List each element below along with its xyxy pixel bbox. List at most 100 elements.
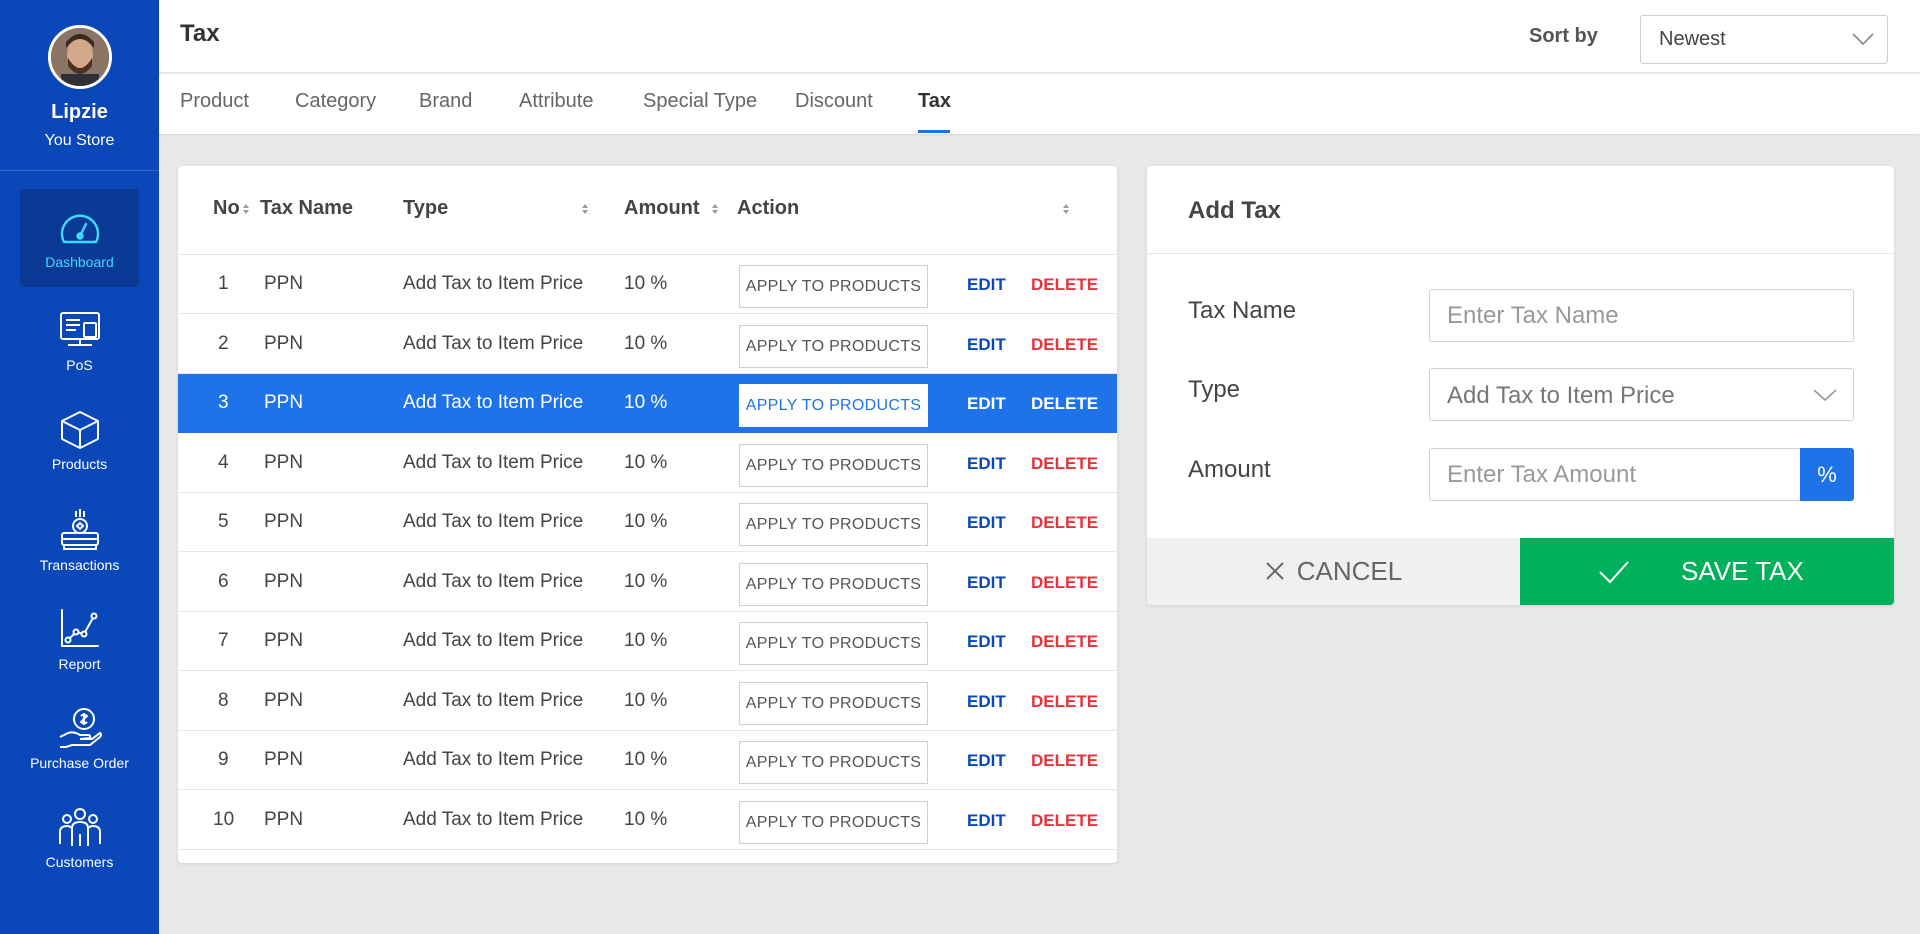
cell-type: Add Tax to Item Price xyxy=(403,273,584,294)
cell-no: 10 xyxy=(213,808,235,830)
tab-brand[interactable]: Brand xyxy=(419,90,472,113)
avatar[interactable] xyxy=(47,25,112,89)
store-profile: Lipzie You Store xyxy=(0,0,159,171)
cell-amount: 10 % xyxy=(624,332,668,354)
column-header-amount[interactable]: Amount xyxy=(624,197,700,220)
close-icon xyxy=(1266,562,1284,580)
cell-no: 3 xyxy=(218,392,229,413)
cell-amount: 10 % xyxy=(624,808,668,830)
apply-to-products-button[interactable]: APPLY TO PRODUCTS xyxy=(739,741,928,784)
sidebar-item-dashboard[interactable]: Dashboard xyxy=(20,189,139,287)
table-row[interactable]: 2 PPN Add Tax to Item Price 10 % APPLY TO PR… xyxy=(178,315,1117,374)
cell-tax-name: PPN xyxy=(264,689,304,711)
apply-to-products-button[interactable]: APPLY TO PRODUCTS xyxy=(739,384,928,427)
tab-category[interactable]: Category xyxy=(295,90,376,113)
apply-to-products-button[interactable]: APPLY TO PRODUCTS xyxy=(739,443,928,487)
delete-button[interactable]: DELETE xyxy=(1031,751,1098,771)
type-select[interactable]: Add Tax to Item Price xyxy=(1429,368,1854,421)
edit-button[interactable]: EDIT xyxy=(967,692,1006,712)
delete-button[interactable]: DELETE xyxy=(1031,692,1098,712)
cell-tax-name: PPN xyxy=(264,511,304,532)
column-header-type[interactable]: Type xyxy=(403,197,448,220)
cell-tax-name: PPN xyxy=(264,332,304,354)
table-row[interactable]: 9 PPN Add Tax to Item Price 10 % APPLY TO PR… xyxy=(178,731,1117,790)
store-name: Lipzie xyxy=(51,101,108,123)
tax-name-input[interactable] xyxy=(1429,289,1854,342)
type-label: Type xyxy=(1188,376,1241,403)
table-row[interactable]: 10 PPN Add Tax to Item Price 10 % APPLY TO P… xyxy=(178,791,1117,850)
edit-button[interactable]: EDIT xyxy=(967,335,1006,355)
sort-arrows-icon[interactable] xyxy=(711,202,719,216)
edit-button[interactable]: EDIT xyxy=(967,454,1006,474)
cancel-button[interactable]: CANCEL xyxy=(1147,538,1520,605)
apply-to-products-button[interactable]: APPLY TO PRODUCTS xyxy=(739,800,928,844)
delete-button[interactable]: DELETE xyxy=(1031,394,1098,414)
table-row[interactable]: 7 PPN Add Tax to Item Price 10 % APPLY TO PR… xyxy=(178,612,1117,671)
cell-tax-name: PPN xyxy=(264,749,304,770)
table-row[interactable]: 5 PPN Add Tax to Item Price 10 % APPLY TO PR… xyxy=(178,493,1117,552)
tab-attribute[interactable]: Attribute xyxy=(519,90,593,113)
sidebar-item-report[interactable]: Report xyxy=(20,585,139,683)
cell-no: 9 xyxy=(218,749,229,770)
sort-arrows-icon[interactable] xyxy=(1062,202,1070,216)
apply-to-products-button[interactable]: APPLY TO PRODUCTS xyxy=(739,681,928,725)
checkmark-icon xyxy=(1599,561,1629,584)
cell-no: 6 xyxy=(218,570,229,592)
apply-to-products-button[interactable]: APPLY TO PRODUCTS xyxy=(739,562,928,606)
apply-to-products-button[interactable]: APPLY TO PRODUCTS xyxy=(739,324,928,368)
sidebar-item-transactions[interactable]: Transactions xyxy=(20,486,139,584)
delete-button[interactable]: DELETE xyxy=(1031,335,1098,355)
tab-tax[interactable]: Tax xyxy=(918,90,951,113)
table-header: No Tax Name Type Amount Action xyxy=(178,166,1117,255)
apply-to-products-button[interactable]: APPLY TO PRODUCTS xyxy=(739,622,928,665)
sidebar-item-label: Customers xyxy=(45,854,114,870)
cell-type: Add Tax to Item Price xyxy=(403,630,584,651)
edit-button[interactable]: EDIT xyxy=(967,751,1006,771)
sort-dropdown[interactable]: Newest xyxy=(1640,15,1888,64)
table-row[interactable]: 4 PPN Add Tax to Item Price 10 % APPLY TO PR… xyxy=(178,434,1117,493)
cell-type: Add Tax to Item Price xyxy=(403,451,584,473)
edit-button[interactable]: EDIT xyxy=(967,632,1006,652)
sort-arrows-icon[interactable] xyxy=(581,202,589,216)
edit-button[interactable]: EDIT xyxy=(967,573,1006,593)
table-row[interactable]: 6 PPN Add Tax to Item Price 10 % APPLY TO PR… xyxy=(178,553,1117,612)
edit-button[interactable]: EDIT xyxy=(967,513,1006,533)
save-tax-button[interactable]: SAVE TAX xyxy=(1520,538,1894,605)
sidebar-item-label: PoS xyxy=(66,357,93,373)
apply-to-products-button[interactable]: APPLY TO PRODUCTS xyxy=(739,503,928,546)
delete-button[interactable]: DELETE xyxy=(1031,573,1098,593)
sort-value: Newest xyxy=(1659,28,1726,50)
delete-button[interactable]: DELETE xyxy=(1031,811,1098,831)
column-header-action: Action xyxy=(737,197,800,219)
column-header-tax-name: Tax Name xyxy=(260,197,354,219)
edit-button[interactable]: EDIT xyxy=(967,275,1006,295)
category-tabs: Product Category Brand Attribute Special… xyxy=(159,74,1920,134)
sidebar-item-purchase-order[interactable]: Purchase Order xyxy=(20,684,139,782)
delete-button[interactable]: DELETE xyxy=(1031,275,1098,295)
sidebar-item-products[interactable]: Products xyxy=(20,387,139,485)
delete-button[interactable]: DELETE xyxy=(1031,513,1098,533)
table-row[interactable]: 1 PPN Add Tax to Item Price 10 % APPLY TO PR… xyxy=(178,255,1117,314)
cell-no: 5 xyxy=(218,511,229,532)
cell-no: 7 xyxy=(218,630,229,651)
tab-special-type[interactable]: Special Type xyxy=(643,90,757,113)
tax-amount-input[interactable] xyxy=(1429,448,1801,501)
delete-button[interactable]: DELETE xyxy=(1031,454,1098,474)
store-subtitle: You Store xyxy=(44,132,115,149)
column-header-no[interactable]: No xyxy=(213,197,240,220)
chevron-down-icon xyxy=(1852,33,1874,46)
edit-button[interactable]: EDIT xyxy=(967,394,1006,414)
sidebar-item-pos[interactable]: PoS xyxy=(20,288,139,386)
table-row[interactable]: 8 PPN Add Tax to Item Price 10 % APPLY TO PR… xyxy=(178,672,1117,731)
tab-product[interactable]: Product xyxy=(180,90,249,113)
apply-to-products-button[interactable]: APPLY TO PRODUCTS xyxy=(739,265,928,308)
cash-register-icon xyxy=(60,509,99,550)
sidebar-item-customers[interactable]: Customers xyxy=(20,783,139,881)
sort-arrows-icon[interactable] xyxy=(242,202,250,216)
add-tax-panel: Add Tax Tax Name Type Add Tax to Item Pr… xyxy=(1147,166,1894,605)
cell-tax-name: PPN xyxy=(264,451,304,473)
tab-discount[interactable]: Discount xyxy=(795,90,873,113)
edit-button[interactable]: EDIT xyxy=(967,811,1006,831)
table-row[interactable]: 3 PPN Add Tax to Item Price 10 % APPLY TO PR… xyxy=(178,374,1117,433)
delete-button[interactable]: DELETE xyxy=(1031,632,1098,652)
